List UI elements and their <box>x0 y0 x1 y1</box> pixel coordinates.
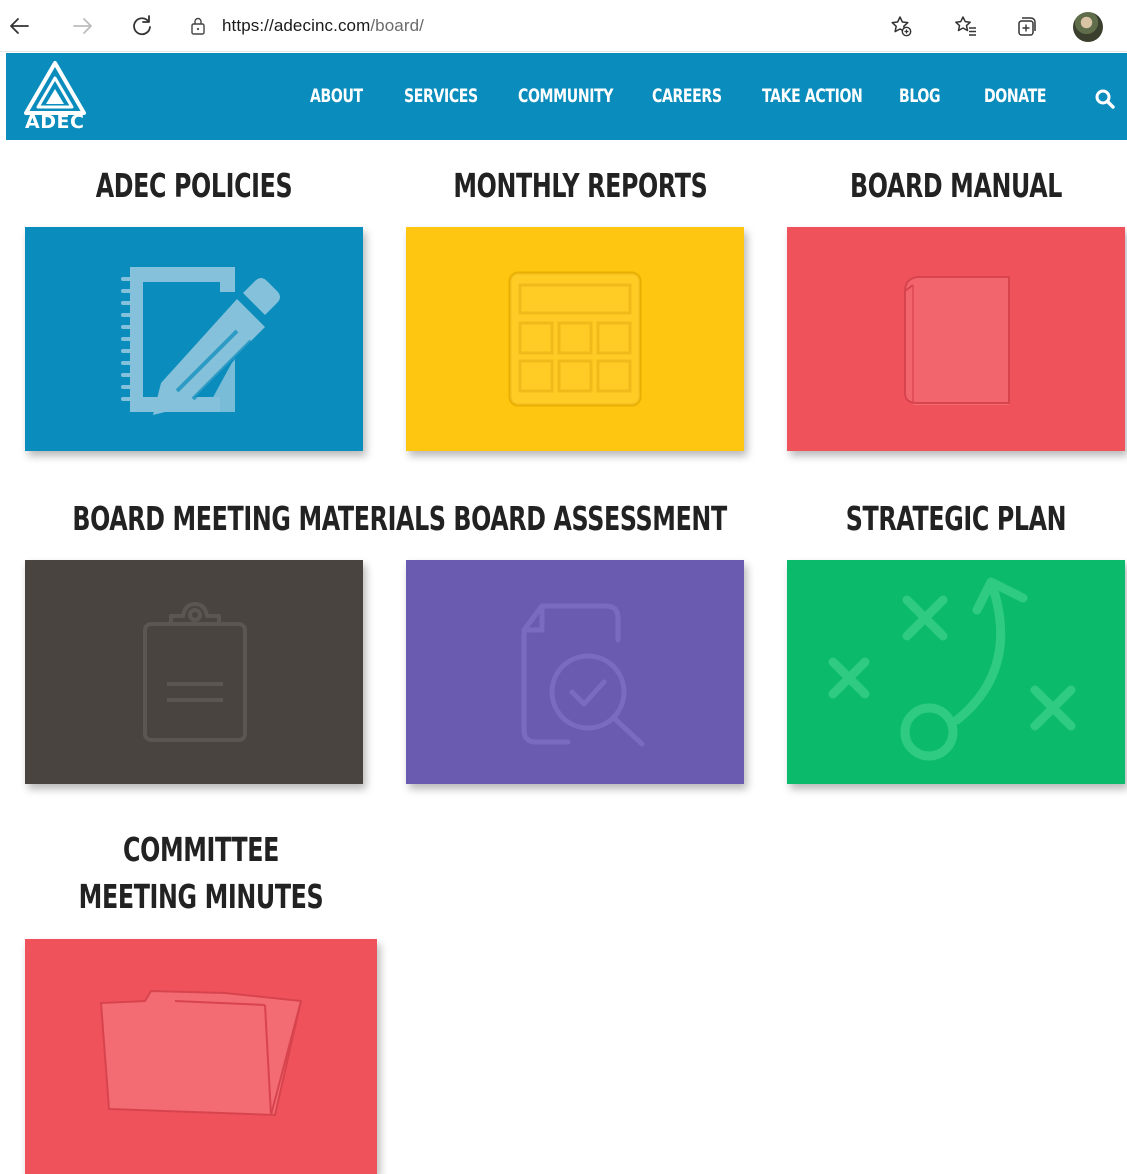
lock-icon <box>191 17 205 35</box>
tile-title-strategic-plan[interactable]: STRATEGIC PLAN <box>834 499 1077 538</box>
tile-title-adec-policies[interactable]: ADEC POLICIES <box>72 166 315 205</box>
add-favorite-button[interactable] <box>885 10 917 42</box>
tile-title-board-meeting-materials[interactable]: BOARD MEETING MATERIALS <box>72 499 446 538</box>
nav-take-action[interactable]: TAKE ACTION <box>762 85 863 107</box>
star-add-icon <box>891 16 912 37</box>
tile-title-board-manual[interactable]: BOARD MANUAL <box>834 166 1077 205</box>
tile-adec-policies[interactable] <box>25 227 363 451</box>
nav-about[interactable]: ABOUT <box>310 85 363 107</box>
url-base: https://adecinc.com <box>222 16 371 35</box>
strategy-play-icon <box>828 577 1076 761</box>
forward-arrow-icon <box>73 18 92 34</box>
tile-board-meeting-materials[interactable] <box>25 560 363 784</box>
collections-button[interactable] <box>1010 10 1042 42</box>
url-text: https://adecinc.com/board/ <box>222 16 424 36</box>
reload-icon <box>133 15 151 36</box>
collections-icon <box>1018 17 1036 36</box>
site-header: ADEC ABOUT SERVICES COMMUNITY CAREERS TA… <box>6 53 1127 140</box>
back-arrow-icon <box>10 18 29 34</box>
forward-button[interactable] <box>66 10 98 42</box>
nav-services[interactable]: SERVICES <box>404 85 478 107</box>
document-search-check-icon <box>521 603 645 747</box>
tile-board-manual[interactable] <box>787 227 1125 451</box>
logo-text: ADEC <box>25 111 85 133</box>
url-path: /board/ <box>370 16 424 35</box>
profile-avatar[interactable] <box>1073 12 1103 42</box>
tile-board-assessment[interactable] <box>406 560 744 784</box>
nav-community[interactable]: COMMUNITY <box>518 85 613 107</box>
back-button[interactable] <box>4 10 36 42</box>
browser-toolbar: https://adecinc.com/board/ <box>0 0 1127 52</box>
nav-donate[interactable]: DONATE <box>984 85 1047 107</box>
favorites-list-icon <box>955 16 976 36</box>
reload-button[interactable] <box>126 10 158 42</box>
tile-title-monthly-reports[interactable]: MONTHLY REPORTS <box>453 166 707 205</box>
clipboard-icon <box>143 602 247 742</box>
tile-title-committee-meeting-minutes[interactable]: COMMITTEE MEETING MINUTES <box>74 826 327 920</box>
tile-committee-meeting-minutes[interactable] <box>25 939 377 1174</box>
address-bar[interactable]: https://adecinc.com/board/ <box>188 12 424 40</box>
favorites-button[interactable] <box>950 10 982 42</box>
notebook-pencil-icon <box>121 267 280 415</box>
nav-blog[interactable]: BLOG <box>899 85 941 107</box>
tile-title-board-assessment[interactable]: BOARD ASSESSMENT <box>453 499 727 538</box>
folder-icon <box>99 989 303 1117</box>
nav-careers[interactable]: CAREERS <box>652 85 722 107</box>
book-icon <box>904 276 1010 405</box>
tile-monthly-reports[interactable] <box>406 227 744 451</box>
search-icon[interactable] <box>1094 88 1116 110</box>
calendar-grid-icon <box>508 271 642 407</box>
tile-strategic-plan[interactable] <box>787 560 1125 784</box>
